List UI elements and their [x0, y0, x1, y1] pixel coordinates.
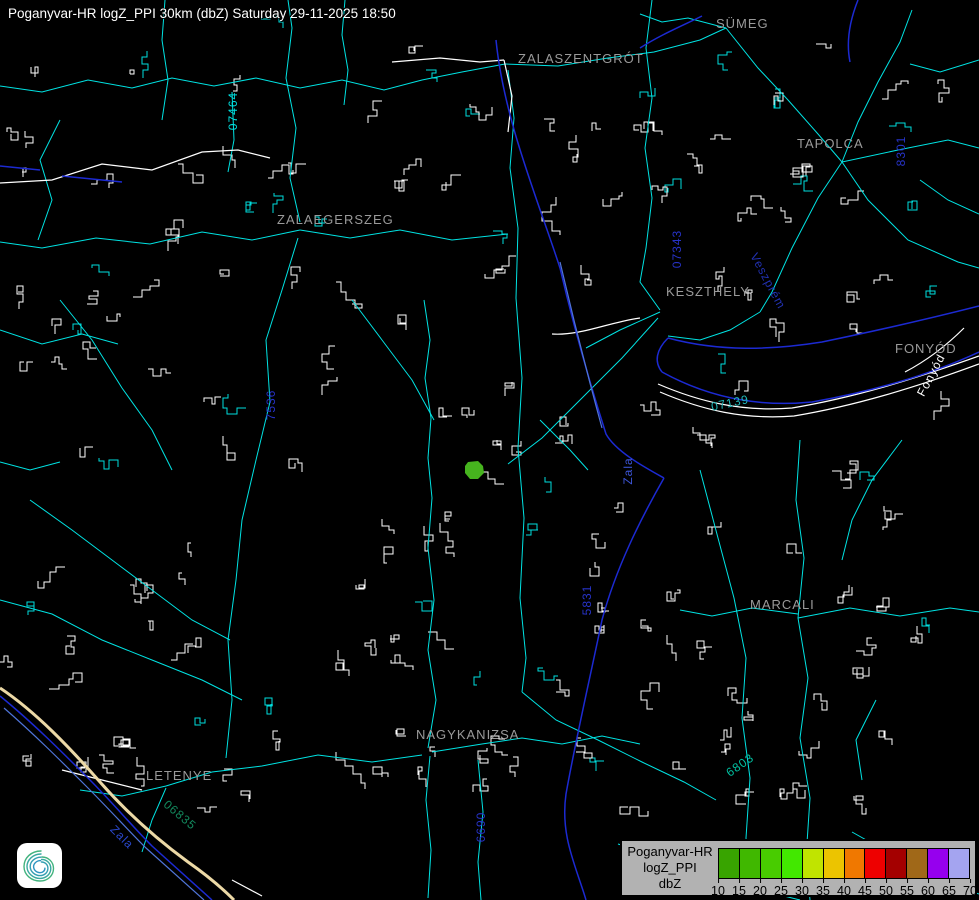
city-label-nagykanizsa: NAGYKANIZSA	[416, 727, 519, 742]
legend-colorbar	[718, 848, 970, 879]
road-number-label: 07343	[670, 209, 684, 289]
legend-station: Poganyvar-HR	[622, 844, 718, 860]
legend-tick-label: 40	[837, 879, 851, 898]
city-label-letenye: LETENYE	[146, 768, 212, 783]
legend-color-cell	[718, 848, 740, 879]
legend-color-cell	[864, 848, 886, 879]
radar-echo	[465, 461, 484, 479]
legend-tick-label: 50	[879, 879, 893, 898]
city-label-zalaszentgrot: ZALASZENTGRÓT	[518, 51, 644, 66]
legend-color-cell	[885, 848, 907, 879]
legend-ticks: 10152025303540455055606570	[718, 879, 970, 897]
radar-echo-layer	[465, 461, 484, 479]
legend-tick-label: 25	[774, 879, 788, 898]
legend-product: logZ_PPI	[622, 860, 718, 876]
road-number-label: 8301	[894, 111, 908, 191]
legend-color-cell	[927, 848, 949, 879]
city-label-marcali: MARCALI	[750, 597, 815, 612]
spiral-logo-icon	[17, 843, 62, 888]
colorbar-legend: Poganyvar-HR logZ_PPI dbZ 10 15 20 25 30 35 40…	[620, 839, 977, 897]
river-layer	[0, 0, 979, 900]
legend-tick-label: 55	[900, 879, 914, 898]
road-number-label: 7536	[264, 365, 278, 445]
legend-tick-label: 65	[942, 879, 956, 898]
legend-tick-label: 20	[753, 879, 767, 898]
legend-color-cell	[906, 848, 928, 879]
legend-color-cell	[823, 848, 845, 879]
map-lines	[0, 0, 979, 900]
legend-unit: dbZ	[622, 876, 718, 892]
city-label-sumeg: SÜMEG	[716, 16, 769, 31]
road-network-layer	[0, 0, 979, 900]
image-title: Poganyvar-HR logZ_PPI 30km (dbZ) Saturda…	[8, 6, 396, 21]
legend-color-cell	[802, 848, 824, 879]
legend-color-cell	[739, 848, 761, 879]
legend-color-cell	[781, 848, 803, 879]
radar-provider-logo	[17, 843, 62, 888]
legend-tick-label: 45	[858, 879, 872, 898]
legend-tick-label: 70	[963, 879, 977, 898]
road-number-label: 5831	[580, 560, 594, 640]
radar-map-screen: Poganyvar-HR logZ_PPI 30km (dbZ) Saturda…	[0, 0, 979, 900]
legend-color-cell	[948, 848, 970, 879]
city-label-tapolca: TAPOLCA	[797, 136, 864, 151]
legend-tick-label: 30	[795, 879, 809, 898]
legend-tick-label: 10	[711, 879, 725, 898]
legend-text-block: Poganyvar-HR logZ_PPI dbZ	[622, 844, 718, 892]
road-number-label: 6690	[474, 787, 488, 867]
legend-tick-label: 35	[816, 879, 830, 898]
road-number-label: 07464	[226, 71, 240, 151]
legend-tick-label: 60	[921, 879, 935, 898]
legend-color-cell	[760, 848, 782, 879]
river-name-label: Zala	[621, 431, 635, 511]
legend-tick-label: 15	[732, 879, 746, 898]
city-label-zalaegerszeg: ZALAEGERSZEG	[277, 212, 394, 227]
legend-color-cell	[844, 848, 866, 879]
